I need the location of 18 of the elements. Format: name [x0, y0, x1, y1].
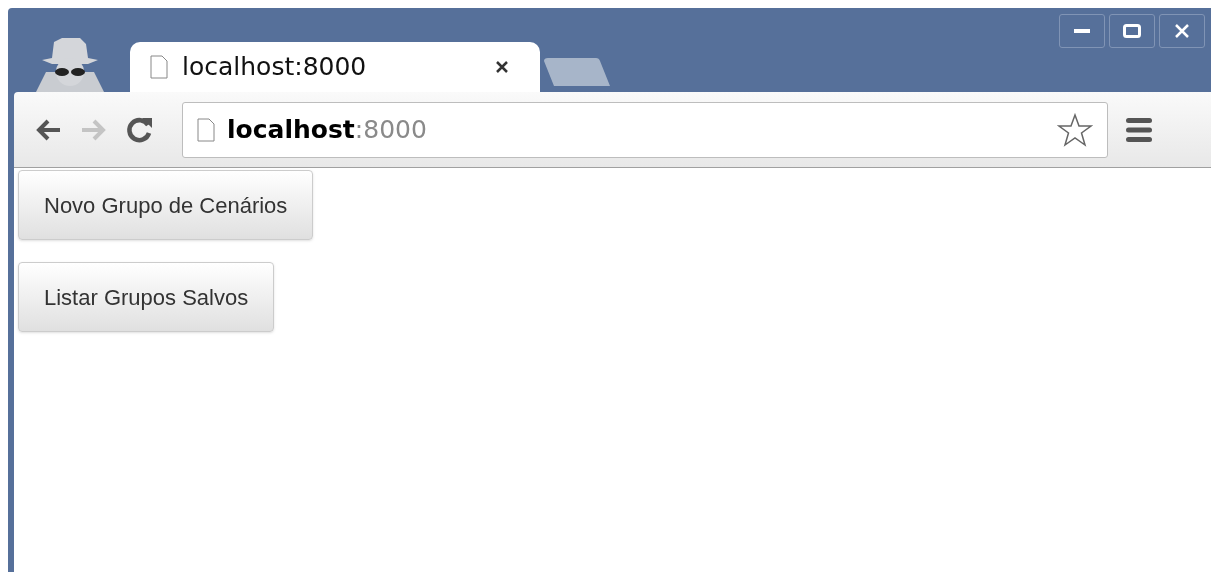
menu-icon[interactable]: [1126, 116, 1152, 143]
close-icon: [1174, 23, 1190, 39]
minimize-icon: [1074, 29, 1090, 33]
maximize-icon: [1123, 24, 1141, 38]
tab-title: localhost:8000: [182, 51, 367, 84]
url-text: localhost:8000: [227, 113, 427, 146]
minimize-button[interactable]: [1059, 14, 1105, 48]
star-icon[interactable]: [1057, 112, 1093, 147]
page-icon: [150, 55, 168, 79]
reload-icon[interactable]: [126, 115, 154, 144]
page-icon: [197, 117, 215, 142]
action-button[interactable]: Novo Grupo de Cenários: [18, 170, 314, 240]
action-button[interactable]: Listar Grupos Salvos: [18, 262, 275, 332]
close-button[interactable]: [1159, 14, 1205, 48]
browser-tab[interactable]: localhost:8000: [130, 42, 540, 92]
maximize-button[interactable]: [1109, 14, 1155, 48]
address-bar[interactable]: localhost:8000: [182, 101, 1108, 158]
close-tab-icon[interactable]: [494, 59, 510, 75]
